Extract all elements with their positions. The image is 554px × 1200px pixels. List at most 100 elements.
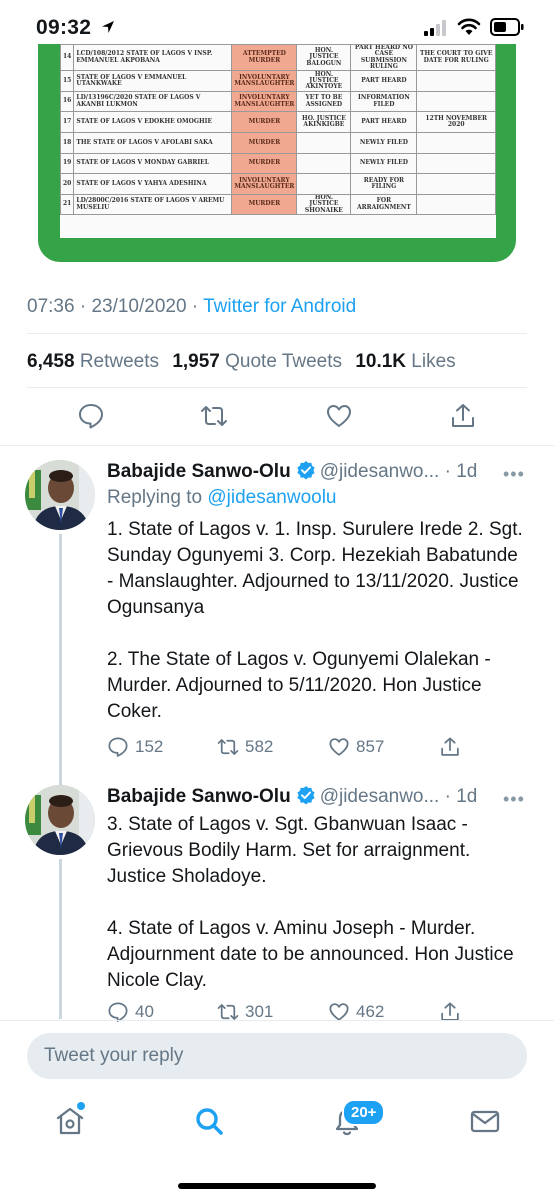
reply-count: 152 [135, 737, 164, 756]
case-cell-offence: INVOLUNTARY MANSLAUGHTER [231, 90, 298, 113]
case-cell-offence: MURDER [231, 193, 298, 216]
case-cell-offence: MURDER [231, 131, 298, 154]
tweet-age: 1d [456, 786, 478, 807]
author-handle[interactable]: @jidesanwo... [320, 786, 440, 807]
share-icon [441, 737, 459, 756]
case-cell-case: STATE OF LAGOS V MONDAY GABRIEL [73, 152, 233, 175]
retweet-button[interactable]: 582 [217, 735, 273, 759]
avatar[interactable] [25, 460, 95, 530]
retweet-count: 301 [245, 1002, 274, 1021]
quotes-stat[interactable]: 1,957 Quote Tweets [172, 351, 342, 372]
case-cell-judge: HO. JUSTICE AKINKIGBE [296, 111, 352, 133]
case-cell-n: 21 [60, 193, 75, 216]
like-button[interactable]: 857 [328, 735, 384, 759]
case-row: 19 STATE OF LAGOS V MONDAY GABRIEL MURDER N… [60, 152, 496, 175]
case-row: 16 LD/13196C/2020 STATE OF LAGOS V AKANBI… [60, 90, 496, 113]
case-cell-offence: INVOLUNTARY MANSLAUGHTER [231, 173, 298, 195]
case-cell-status: PART HEARD [350, 111, 418, 133]
retweets-count: 6,458 [27, 351, 75, 372]
case-cell-case: THE STATE OF LAGOS V AFOLABI SAKA [73, 131, 233, 154]
retweets-stat[interactable]: 6,458 Retweets [27, 351, 159, 372]
more-options-icon[interactable]: ••• [503, 789, 525, 810]
reply-icon [108, 737, 128, 757]
more-options-icon[interactable]: ••• [503, 464, 525, 485]
tweet-text: 1. State of Lagos v. 1. Insp. Surulere I… [107, 517, 527, 725]
case-cell-note: 12TH NOVEMBER 2020 [416, 111, 496, 133]
like-icon [329, 738, 349, 756]
case-cell-n: 17 [60, 111, 75, 133]
like-icon[interactable] [325, 402, 353, 430]
reply-header: Babajide Sanwo-Olu @jidesanwo... · 1d [107, 461, 478, 482]
tweet-paragraph: 4. State of Lagos v. Aminu Joseph - Murd… [107, 918, 514, 991]
share-icon[interactable] [449, 402, 477, 430]
retweet-icon[interactable] [200, 402, 228, 430]
verified-badge-icon [297, 786, 315, 805]
case-cell-n: 20 [60, 173, 75, 195]
cases-table: 14 LCD/108/2012 STATE OF LAGOS V INSP. EM… [60, 44, 496, 216]
tweet-actions [0, 402, 554, 432]
tweet-timestamp: 07:36 · 23/10/2020 · Twitter for Android [27, 296, 357, 317]
case-cell-judge [296, 131, 352, 154]
case-cell-judge: HON. JUSTICE BALOGUN [296, 44, 352, 72]
avatar[interactable] [25, 785, 95, 855]
case-row: 14 LCD/108/2012 STATE OF LAGOS V INSP. EM… [60, 44, 496, 72]
divider [27, 387, 527, 388]
cellular-signal-icon [424, 20, 446, 36]
share-button[interactable] [439, 735, 461, 759]
tweet-media-image[interactable]: 14 LCD/108/2012 STATE OF LAGOS V INSP. EM… [38, 44, 516, 262]
divider [27, 333, 527, 334]
notifications-badge: 20+ [342, 1099, 386, 1126]
case-cell-status: READY FOR FILING [350, 173, 418, 195]
replying-handle-link[interactable]: @jidesanwoolu [207, 487, 336, 508]
replying-prefix: Replying to [107, 487, 203, 508]
search-tab-icon[interactable] [193, 1104, 225, 1138]
tweet-stats: 6,458 Retweets 1,957 Quote Tweets 10.1K … [27, 351, 456, 373]
case-cell-status: NEWLY FILED [350, 152, 418, 175]
case-cell-status: FOR ARRAIGNMENT [350, 193, 418, 216]
likes-count: 10.1K [355, 351, 407, 372]
case-cell-n: 18 [60, 131, 75, 154]
composer-placeholder: Tweet your reply [44, 1045, 184, 1066]
author-handle[interactable]: @jidesanwo... [320, 461, 440, 482]
wifi-icon [457, 18, 481, 35]
case-cell-judge: HON. JUSTICE SHONAIKE [296, 193, 352, 216]
reply-icon[interactable] [77, 402, 105, 430]
case-cell-note [416, 173, 496, 195]
case-cell-case: LD/13196C/2020 STATE OF LAGOS V AKANBI L… [73, 90, 233, 113]
reply-count: 40 [135, 1002, 154, 1021]
author-name[interactable]: Babajide Sanwo-Olu [107, 786, 291, 807]
case-row: 21 LD/2800C/2016 STATE OF LAGOS V AREMU M… [60, 193, 496, 216]
messages-tab-icon[interactable] [469, 1104, 501, 1138]
quotes-label: Quote Tweets [225, 351, 343, 372]
court-cases-document: 14 LCD/108/2012 STATE OF LAGOS V INSP. EM… [60, 44, 496, 238]
case-cell-offence: ATTEMPTED MURDER [231, 44, 298, 72]
case-row: 15 STATE OF LAGOS V EMMANUEL UTANKWAKE INV… [60, 70, 496, 92]
thread-connector [59, 534, 62, 790]
case-cell-case: LCD/108/2012 STATE OF LAGOS V INSP. EMMA… [73, 44, 233, 72]
likes-stat[interactable]: 10.1K Likes [355, 351, 455, 372]
tweet-age: 1d [456, 461, 478, 482]
case-cell-case: STATE OF LAGOS V YAHYA ADESHINA [73, 173, 233, 195]
reply-button[interactable]: 152 [107, 735, 163, 759]
tweet-paragraph: 1. State of Lagos v. 1. Insp. Surulere I… [107, 519, 523, 618]
retweet-count: 582 [245, 737, 274, 756]
case-row: 20 STATE OF LAGOS V YAHYA ADESHINA INVOLUN… [60, 173, 496, 195]
case-cell-note [416, 193, 496, 216]
tweet-source-link[interactable]: Twitter for Android [203, 296, 356, 317]
battery-icon [490, 18, 524, 36]
case-cell-offence: MURDER [231, 152, 298, 175]
case-cell-case: LD/2800C/2016 STATE OF LAGOS V AREMU MUS… [73, 193, 233, 216]
case-cell-n: 16 [60, 90, 75, 113]
tweet-paragraph: 2. The State of Lagos v. Ogunyemi Olalek… [107, 649, 491, 722]
tweet-time: 07:36 [27, 296, 75, 317]
author-name[interactable]: Babajide Sanwo-Olu [107, 461, 291, 482]
tweet-date: 23/10/2020 [91, 296, 187, 317]
case-cell-status: PART HEARD NO CASE SUBMISSION RULING [350, 44, 418, 72]
case-cell-offence: INVOLUNTARY MANSLAUGHTER [231, 70, 298, 92]
reply-composer-input[interactable]: Tweet your reply [27, 1033, 527, 1079]
like-count: 462 [356, 1002, 385, 1021]
case-cell-note: THE COURT TO GIVE DATE FOR RULING [416, 44, 496, 72]
reply-header: Babajide Sanwo-Olu @jidesanwo... · 1d [107, 786, 478, 807]
location-arrow-icon [102, 21, 114, 33]
case-cell-note [416, 152, 496, 175]
